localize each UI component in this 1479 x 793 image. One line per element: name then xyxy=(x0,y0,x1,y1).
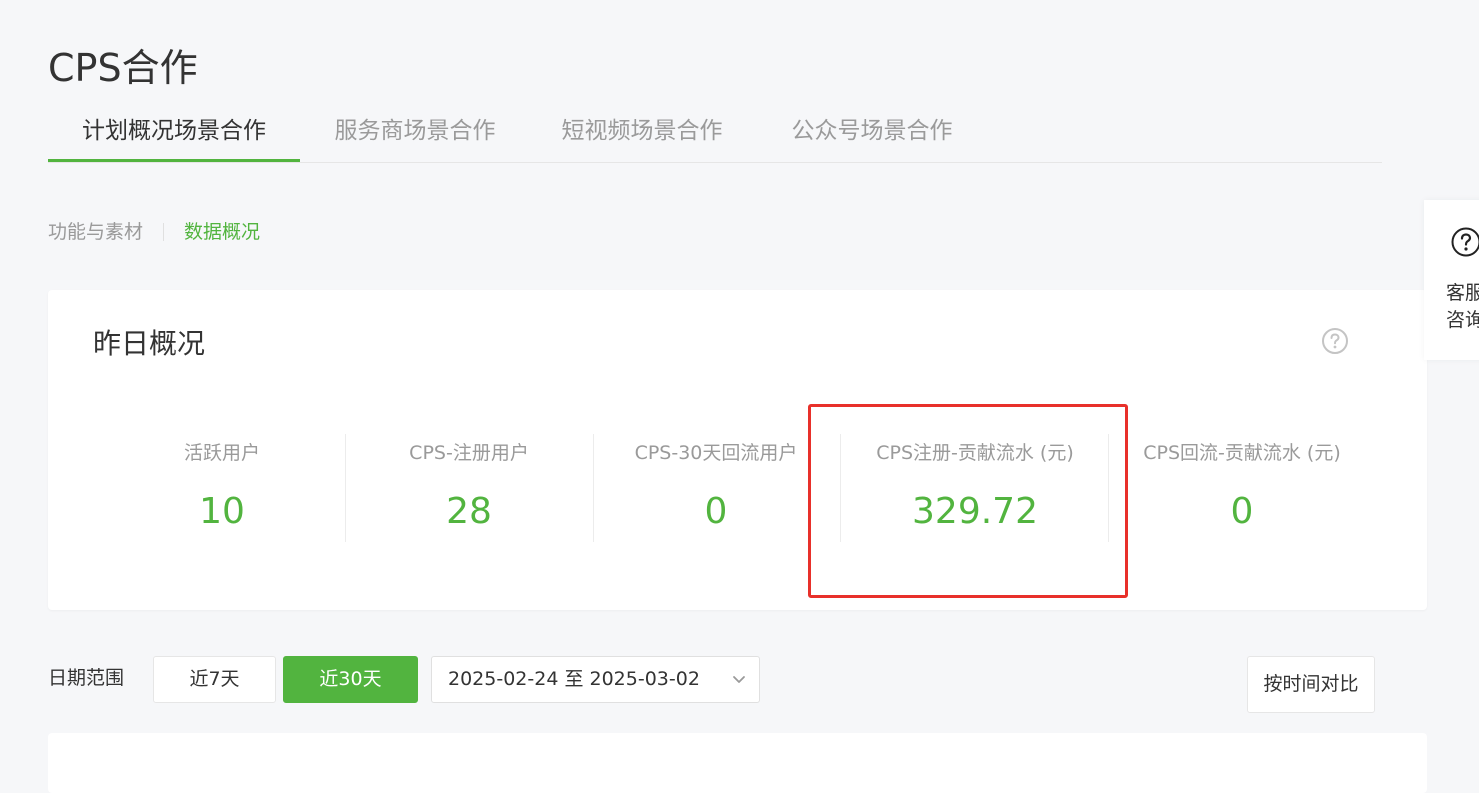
stat-cps-registered-users: CPS-注册用户 28 xyxy=(369,434,569,544)
subnav-features-materials[interactable]: 功能与素材 xyxy=(48,212,143,252)
sub-nav: 功能与素材 数据概况 xyxy=(48,212,260,252)
tab-official-account[interactable]: 公众号场景合作 xyxy=(772,102,972,162)
page-title: CPS合作 xyxy=(48,40,198,96)
stat-cps-return-revenue: CPS回流-贡献流水 (元) 0 xyxy=(1130,434,1354,544)
customer-service-float[interactable]: 客服咨询 xyxy=(1424,200,1479,360)
last-30-days-button[interactable]: 近30天 xyxy=(283,656,418,703)
stat-value: 0 xyxy=(616,482,816,542)
stat-label: CPS回流-贡献流水 (元) xyxy=(1130,434,1354,472)
tab-short-video[interactable]: 短视频场景合作 xyxy=(542,102,742,162)
stat-label: CPS-注册用户 xyxy=(369,434,569,472)
date-range-value: 2025-02-24 至 2025-03-02 xyxy=(448,668,700,690)
last-7-days-button[interactable]: 近7天 xyxy=(153,656,276,703)
overview-title: 昨日概况 xyxy=(93,324,205,364)
date-range-label: 日期范围 xyxy=(48,662,124,694)
chart-card xyxy=(48,733,1427,793)
stat-value: 10 xyxy=(122,482,322,542)
question-circle-icon xyxy=(1450,226,1479,258)
stat-divider xyxy=(593,434,594,542)
customer-service-label: 客服咨询 xyxy=(1446,280,1479,334)
stat-label: 活跃用户 xyxy=(122,434,322,472)
stat-divider xyxy=(345,434,346,542)
stat-active-users: 活跃用户 10 xyxy=(122,434,322,544)
subnav-divider xyxy=(163,223,164,241)
stat-value: 28 xyxy=(369,482,569,542)
tab-bar: 计划概况场景合作 服务商场景合作 短视频场景合作 公众号场景合作 xyxy=(48,102,1382,163)
tab-plan-overview[interactable]: 计划概况场景合作 xyxy=(48,102,300,162)
question-circle-icon[interactable] xyxy=(1321,327,1349,355)
stat-cps-30day-returning-users: CPS-30天回流用户 0 xyxy=(616,434,816,544)
highlight-annotation-box xyxy=(808,404,1128,598)
tab-service-provider[interactable]: 服务商场景合作 xyxy=(310,102,520,162)
overview-card: 昨日概况 活跃用户 10 CPS-注册用户 28 CPS-30天回流用户 0 C… xyxy=(48,290,1427,610)
chevron-down-icon xyxy=(731,671,747,687)
subnav-data-overview[interactable]: 数据概况 xyxy=(184,212,260,252)
stat-label: CPS-30天回流用户 xyxy=(616,434,816,472)
compare-by-time-button[interactable]: 按时间对比 xyxy=(1247,656,1375,713)
date-range-select[interactable]: 2025-02-24 至 2025-03-02 xyxy=(431,656,760,703)
stat-value: 0 xyxy=(1130,482,1354,542)
